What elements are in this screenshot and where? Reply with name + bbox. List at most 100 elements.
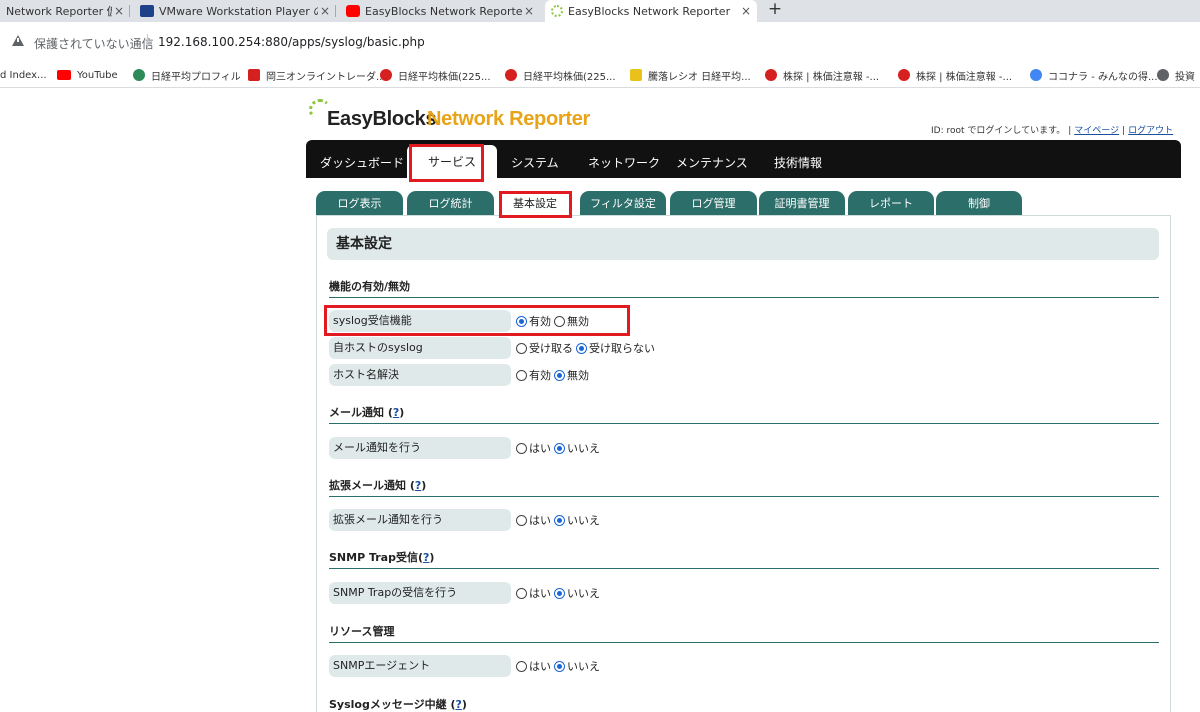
section-divider: [329, 568, 1159, 569]
site-icon: [898, 69, 910, 81]
warning-icon[interactable]: [12, 35, 24, 46]
nav-system[interactable]: システム: [511, 154, 559, 171]
section-title-text: Syslogメッセージ中継: [329, 698, 447, 711]
section-title-text: 機能の有効/無効: [329, 280, 411, 293]
section-title-text: 拡張メール通知: [329, 479, 406, 492]
radio-label: いいえ: [567, 587, 600, 600]
tab-separator: [129, 5, 130, 17]
help-link[interactable]: ?: [455, 698, 461, 711]
radio-enabled[interactable]: [516, 369, 527, 381]
new-tab-button[interactable]: +: [765, 0, 785, 20]
bookmark-label: YouTube: [77, 69, 118, 81]
browser-tab-2-label: VMware Workstation Player のダ: [159, 5, 318, 18]
radio-not-receive[interactable]: [576, 342, 587, 354]
radio-group-snmp-agent: はい いいえ: [516, 659, 603, 673]
nav-tech-info[interactable]: 技術情報: [774, 154, 822, 171]
radio-no[interactable]: [554, 442, 565, 454]
radio-receive[interactable]: [516, 342, 527, 354]
tab-separator: [335, 5, 336, 17]
nav-dashboard[interactable]: ダッシュボード: [320, 154, 404, 171]
tab-close-icon[interactable]: ×: [112, 4, 126, 18]
bookmark-3[interactable]: 日経平均プロフィル: [133, 66, 241, 84]
radio-label: いいえ: [567, 660, 600, 673]
tab-log-stats[interactable]: ログ統計: [407, 191, 494, 216]
help-link[interactable]: ?: [393, 406, 399, 419]
tab-filter-settings[interactable]: フィルタ設定: [580, 191, 666, 216]
radio-disabled[interactable]: [554, 315, 565, 327]
mypage-link[interactable]: マイページ: [1074, 126, 1119, 136]
bookmark-10[interactable]: ココナラ - みんなの得...: [1030, 66, 1158, 84]
bookmark-label: 日経平均株価(225...: [398, 71, 491, 83]
tab-log-management[interactable]: ログ管理: [670, 191, 757, 216]
radio-group-syslog-receive: 有効 無効: [516, 314, 592, 328]
radio-yes[interactable]: [516, 442, 527, 454]
radio-label: 無効: [567, 369, 589, 382]
radio-group-local-syslog: 受け取る 受け取らない: [516, 341, 658, 355]
section-title-text: メール通知: [329, 406, 384, 419]
browser-tab-1[interactable]: Network Reporter 仮 ×: [0, 0, 130, 22]
site-icon: [133, 69, 145, 81]
row-label: 拡張メール通知を行う: [329, 509, 511, 531]
radio-yes[interactable]: [516, 514, 527, 526]
login-text: ID: root でログインしています。: [931, 126, 1066, 136]
url-field[interactable]: 192.168.100.254:880/apps/syslog/basic.ph…: [158, 35, 425, 49]
browser-tab-3[interactable]: EasyBlocks Network Reporter 仮 ×: [340, 0, 540, 22]
site-icon: [380, 69, 392, 81]
tab-close-icon[interactable]: ×: [739, 4, 753, 18]
nav-maintenance[interactable]: メンテナンス: [676, 154, 748, 171]
bookmark-9[interactable]: 株探 | 株価注意報 -...: [898, 66, 1012, 84]
bookmark-8[interactable]: 株探 | 株価注意報 -...: [765, 66, 879, 84]
row-label: SNMP Trapの受信を行う: [329, 582, 511, 604]
row-label: 自ホストのsyslog: [329, 337, 511, 359]
radio-yes[interactable]: [516, 660, 527, 672]
bookmark-5[interactable]: 日経平均株価(225...: [380, 66, 491, 84]
browser-tab-2[interactable]: VMware Workstation Player のダ ×: [134, 0, 336, 22]
row-label: ホスト名解決: [329, 364, 511, 386]
radio-group-ext-mail: はい いいえ: [516, 513, 603, 527]
nav-network[interactable]: ネットワーク: [588, 154, 660, 171]
section-divider: [329, 297, 1159, 298]
tab-log-view[interactable]: ログ表示: [316, 191, 403, 216]
bookmark-7[interactable]: 騰落レシオ 日経平均...: [630, 66, 751, 84]
tab-report[interactable]: レポート: [848, 191, 934, 216]
tab-control[interactable]: 制御: [936, 191, 1022, 216]
row-label: syslog受信機能: [329, 310, 511, 332]
help-link[interactable]: ?: [415, 479, 421, 492]
radio-label: 無効: [567, 315, 589, 328]
bookmark-youtube[interactable]: YouTube: [57, 66, 118, 84]
tab-close-icon[interactable]: ×: [318, 4, 332, 18]
bookmark-4[interactable]: 岡三オンライントレーダ...: [248, 66, 386, 84]
radio-yes[interactable]: [516, 587, 527, 599]
nav-service[interactable]: サービス: [407, 145, 497, 178]
section-title: 機能の有効/無効: [329, 278, 1159, 293]
help-link[interactable]: ?: [423, 551, 429, 564]
main-nav: ダッシュボード サービス システム ネットワーク メンテナンス 技術情報: [306, 140, 1181, 178]
insecure-label[interactable]: 保護されていない通信: [34, 35, 154, 52]
browser-tab-4-active[interactable]: EasyBlocks Network Reporter ×: [545, 0, 757, 22]
radio-disabled[interactable]: [554, 369, 565, 381]
browser-tab-1-label: Network Reporter 仮: [6, 5, 112, 18]
section-title: リソース管理: [329, 623, 1159, 638]
radio-group-snmp-trap: はい いいえ: [516, 586, 603, 600]
radio-enabled[interactable]: [516, 315, 527, 327]
radio-no[interactable]: [554, 660, 565, 672]
site-icon: [505, 69, 517, 81]
section-divider: [329, 496, 1159, 497]
bookmark-1[interactable]: d Index...: [0, 66, 47, 84]
radio-label: いいえ: [567, 442, 600, 455]
tab-close-icon[interactable]: ×: [522, 4, 536, 18]
bookmark-label: 騰落レシオ 日経平均...: [648, 71, 751, 83]
bookmark-label: 日経平均プロフィル: [151, 71, 241, 83]
bookmark-11[interactable]: 投資: [1157, 66, 1195, 84]
site-icon: [1030, 69, 1042, 81]
loading-icon: [551, 5, 563, 17]
section-title: メール通知 (?): [329, 406, 405, 419]
section-title: SNMP Trap受信(?): [329, 551, 435, 564]
radio-label: はい: [529, 587, 551, 600]
tab-cert-management[interactable]: 証明書管理: [759, 191, 845, 216]
logout-link[interactable]: ログアウト: [1128, 126, 1173, 136]
radio-no[interactable]: [554, 587, 565, 599]
radio-no[interactable]: [554, 514, 565, 526]
bookmark-6[interactable]: 日経平均株価(225...: [505, 66, 616, 84]
tab-basic-settings[interactable]: 基本設定: [502, 191, 568, 216]
